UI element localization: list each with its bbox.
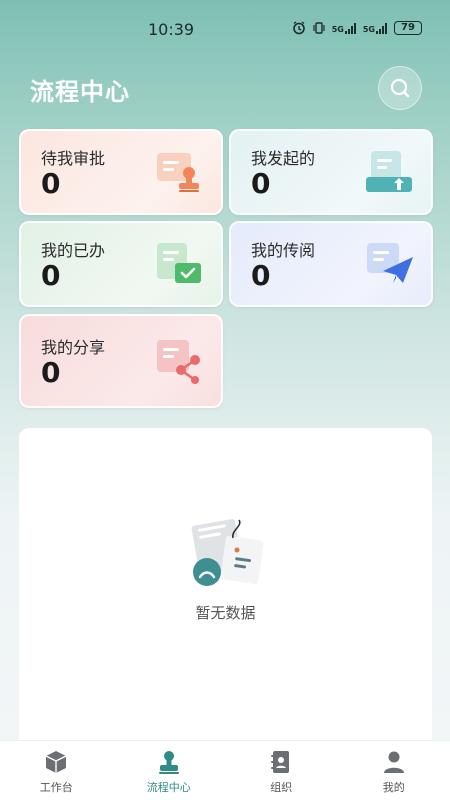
status-time: 10:39 [148, 20, 195, 39]
card-shared[interactable]: 我的分享 0 [19, 314, 223, 408]
workbench-cube-icon [45, 751, 67, 773]
tab-label: 流程中心 [146, 781, 191, 794]
tab-process-center[interactable]: 流程中心 [113, 741, 226, 800]
card-pending-approval[interactable]: 待我审批 0 [19, 129, 223, 215]
card-label: 我的已办 [41, 241, 106, 260]
vibrate-icon [313, 22, 325, 34]
tab-mine[interactable]: 我的 [338, 741, 450, 800]
card-count: 0 [251, 259, 271, 292]
card-label: 我的传阅 [251, 241, 316, 260]
battery-icon: 79 [394, 21, 422, 35]
status-icons: 5G 5G 79 [292, 21, 422, 35]
content-panel: 暂无数据 [19, 428, 432, 748]
empty-document-icon [191, 519, 264, 586]
network-5g-1: 5G [332, 22, 357, 34]
card-count: 0 [251, 167, 271, 200]
card-initiated[interactable]: 我发起的 0 [229, 129, 433, 215]
tab-label: 工作台 [39, 781, 73, 794]
search-button[interactable] [378, 66, 422, 110]
completed-check-icon [157, 243, 201, 283]
empty-state-text: 暂无数据 [195, 604, 256, 622]
share-icon [157, 340, 200, 384]
approval-stamp-icon [157, 153, 199, 192]
contacts-book-icon [271, 751, 290, 773]
status-bar: 10:39 5G 5G 79 [0, 0, 450, 60]
paper-plane-icon [367, 243, 413, 283]
tab-workbench[interactable]: 工作台 [0, 741, 113, 800]
alarm-icon [292, 21, 305, 35]
card-label: 待我审批 [41, 149, 106, 168]
tab-organization[interactable]: 组织 [225, 741, 338, 800]
network-5g-2: 5G [363, 22, 388, 34]
page-title: 流程中心 [30, 78, 130, 106]
card-label: 我发起的 [251, 149, 316, 168]
tab-label: 我的 [382, 781, 405, 794]
card-circulated[interactable]: 我的传阅 0 [229, 221, 433, 307]
user-icon [383, 751, 404, 773]
signal-icon [344, 22, 356, 34]
signal-icon [376, 22, 387, 34]
upload-document-icon [366, 151, 412, 192]
process-stamp-icon [158, 751, 179, 774]
card-count: 0 [41, 356, 61, 389]
bottom-tab-bar: 工作台 流程中心 组织 我的 [0, 740, 450, 800]
card-completed[interactable]: 我的已办 0 [19, 221, 223, 307]
card-count: 0 [41, 259, 61, 292]
card-count: 0 [41, 167, 61, 200]
tab-label: 组织 [270, 781, 293, 794]
card-label: 我的分享 [41, 338, 106, 357]
search-icon [390, 78, 410, 98]
